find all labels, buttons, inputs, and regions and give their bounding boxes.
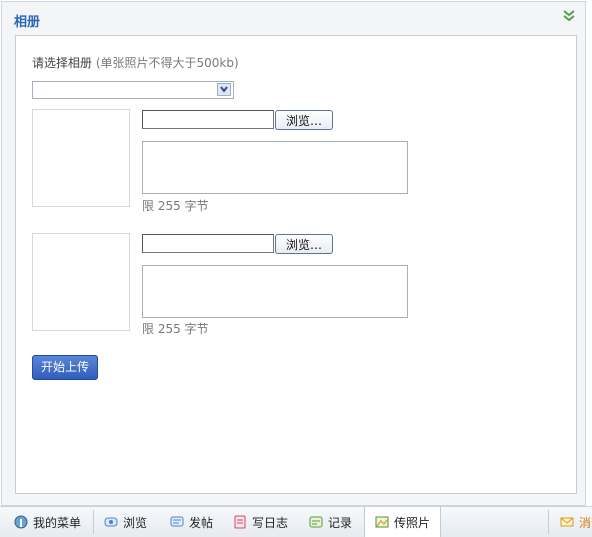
album-select[interactable] <box>32 81 234 99</box>
taskbar-upload-photo[interactable]: 传照片 <box>364 507 442 537</box>
chevron-down-icon[interactable] <box>217 83 231 96</box>
taskbar-label: 我的菜单 <box>33 515 82 530</box>
photo-preview-1 <box>32 109 130 207</box>
taskbar-post[interactable]: 发帖 <box>170 507 213 537</box>
prompt-label: 请选择相册 <box>32 56 93 70</box>
double-chevron-down-icon[interactable] <box>562 9 576 23</box>
taskbar-messages[interactable]: 消 <box>560 507 591 537</box>
start-upload-button[interactable]: 开始上传 <box>32 355 98 380</box>
album-panel: 相册 请选择相册 (单张照片不得大于500kb) 浏览… 限 255 字节 浏览… <box>1 1 586 506</box>
record-icon <box>309 515 323 529</box>
upload-form: 请选择相册 (单张照片不得大于500kb) 浏览… 限 255 字节 浏览… 限… <box>15 35 577 494</box>
post-icon <box>170 515 184 529</box>
taskbar-browse[interactable]: 浏览 <box>104 507 147 537</box>
browse-button-1[interactable]: 浏览… <box>275 110 333 130</box>
taskbar-label: 写日志 <box>252 515 289 530</box>
taskbar-write-journal[interactable]: 写日志 <box>233 507 288 537</box>
menu-icon <box>14 515 28 529</box>
taskbar-label: 消 <box>579 515 592 530</box>
mail-icon <box>560 515 574 529</box>
eye-icon <box>104 515 118 529</box>
taskbar-my-menu[interactable]: 我的菜单 <box>14 507 81 537</box>
limit-text-2: 限 255 字节 <box>142 322 209 336</box>
file-path-input-2[interactable] <box>142 234 274 253</box>
album-prompt: 请选择相册 (单张照片不得大于500kb) <box>32 54 239 71</box>
taskbar-divider <box>548 510 549 534</box>
limit-text-1: 限 255 字节 <box>142 199 209 213</box>
panel-title: 相册 <box>14 15 41 30</box>
journal-icon <box>233 515 247 529</box>
taskbar-record[interactable]: 记录 <box>309 507 352 537</box>
taskbar-label: 发帖 <box>189 515 214 530</box>
browse-button-2[interactable]: 浏览… <box>275 234 333 254</box>
taskbar: 我的菜单 浏览 发帖 写日志 记录 传照片 消 <box>0 506 592 537</box>
photo-description-1[interactable] <box>142 141 408 194</box>
photo-description-2[interactable] <box>142 265 408 318</box>
photo-upload-icon <box>375 515 389 529</box>
taskbar-label: 浏览 <box>123 515 148 530</box>
size-hint: (单张照片不得大于500kb) <box>95 56 239 70</box>
photo-preview-2 <box>32 233 130 331</box>
taskbar-label: 传照片 <box>394 515 431 530</box>
taskbar-label: 记录 <box>328 515 353 530</box>
taskbar-divider <box>93 510 94 534</box>
file-path-input-1[interactable] <box>142 110 274 129</box>
